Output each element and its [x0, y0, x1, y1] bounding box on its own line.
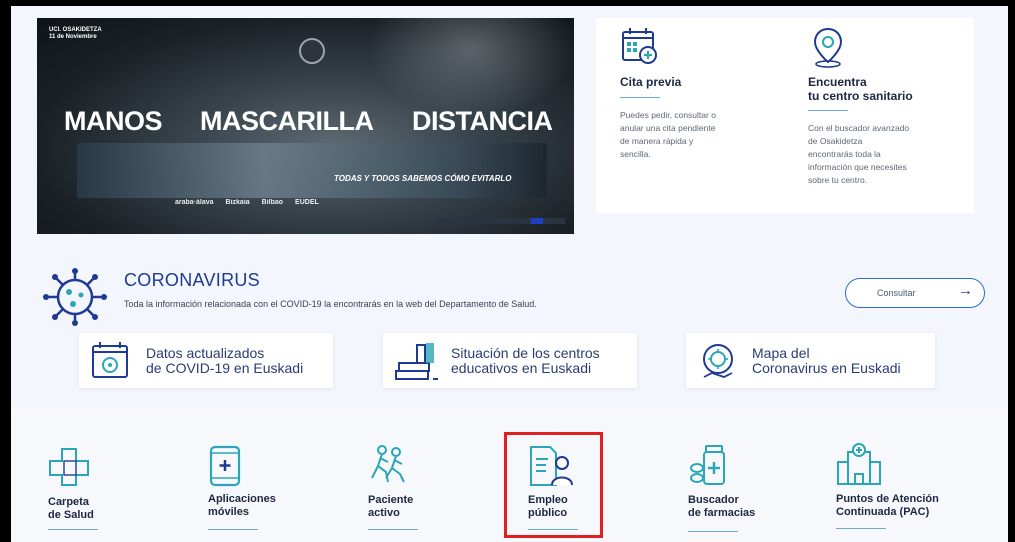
sponsor-logo: araba·álava — [175, 198, 214, 206]
calendar-medical-icon[interactable] — [620, 26, 660, 71]
coronavirus-map-label: Mapa del Coronavirus en Euskadi — [752, 345, 901, 376]
cita-previa-description: Puedes pedir, consultar o anular una cit… — [620, 110, 716, 159]
pac-rule — [836, 528, 886, 529]
consultar-button-label: Consultar — [877, 288, 916, 298]
pac-label: Puntos de Atención Continuada (PAC) — [836, 493, 939, 518]
hero-clock-image — [299, 38, 325, 64]
encuentra-centro-title[interactable]: Encuentra tu centro sanitario — [808, 75, 913, 103]
sponsor-logo: Bizkaia — [225, 198, 250, 206]
encuentra-centro-rule — [808, 110, 848, 111]
coronavirus-title: CORONAVIRUS — [124, 270, 260, 290]
map-pin-icon[interactable] — [808, 26, 848, 73]
farmacias-rule — [688, 531, 738, 532]
active-patient-icon — [368, 444, 408, 489]
hero-footer-bar — [437, 218, 565, 224]
sponsor-logo: Bilbao — [261, 198, 284, 206]
virus-icon — [41, 268, 109, 331]
calendar-virus-icon — [89, 341, 133, 386]
school-centers-card[interactable]: Situación de los centros educativos en E… — [383, 333, 637, 388]
aplicaciones-label: Aplicaciones móviles — [208, 493, 276, 518]
hero-light — [367, 18, 574, 118]
books-icon — [393, 341, 441, 388]
encuentra-centro-description: Con el buscador avanzado de Osakidetza e… — [808, 123, 910, 185]
cita-previa-rule — [620, 97, 660, 98]
carpeta-salud-label: Carpeta de Salud — [48, 496, 94, 521]
hero-sponsor-logos: araba·álava Bizkaia Bilbao EUDEL — [175, 191, 565, 213]
paciente-activo-label: Paciente activo — [368, 494, 414, 519]
frame-border-left — [0, 0, 11, 542]
hero-patient-image — [77, 143, 547, 198]
coronavirus-map-card[interactable]: Mapa del Coronavirus en Euskadi — [686, 333, 935, 388]
paciente-activo-rule — [368, 529, 418, 530]
hero-banner[interactable]: UCI. OSAKIDETZA 11 de Noviembre MANOS MA… — [37, 18, 574, 234]
map-virus-icon — [696, 341, 740, 390]
school-centers-label: Situación de los centros educativos en E… — [451, 345, 600, 376]
farmacias-label: Buscador de farmacias — [688, 494, 756, 519]
hero-date: UCI. OSAKIDETZA 11 de Noviembre — [49, 27, 102, 40]
hero-word-manos: MANOS — [64, 106, 163, 136]
covid-data-label: Datos actualizados de COVID-19 en Euskad… — [146, 345, 304, 376]
coronavirus-description: Toda la información relacionada con el C… — [124, 299, 537, 309]
mobile-app-icon — [208, 445, 242, 492]
consultar-button[interactable]: Consultar → — [845, 278, 985, 308]
hospital-icon — [836, 442, 882, 491]
frame-border-right — [1008, 0, 1015, 542]
hero-word-mascarilla: MASCARILLA — [200, 106, 374, 136]
hero-tagline: TODAS Y TODOS SABEMOS CÓMO EVITARLO — [334, 174, 512, 183]
empleo-publico-highlight — [504, 432, 603, 538]
arrow-right-icon: → — [958, 282, 973, 299]
sponsor-logo: EUDEL — [295, 198, 319, 206]
health-folder-icon — [48, 447, 90, 492]
covid-data-card[interactable]: Datos actualizados de COVID-19 en Euskad… — [79, 333, 333, 388]
hero-word-distancia: DISTANCIA — [412, 106, 553, 136]
cita-previa-title[interactable]: Cita previa — [620, 75, 681, 89]
aplicaciones-rule — [208, 529, 258, 530]
carpeta-salud-rule — [48, 529, 98, 530]
pharmacy-icon — [688, 444, 734, 491]
